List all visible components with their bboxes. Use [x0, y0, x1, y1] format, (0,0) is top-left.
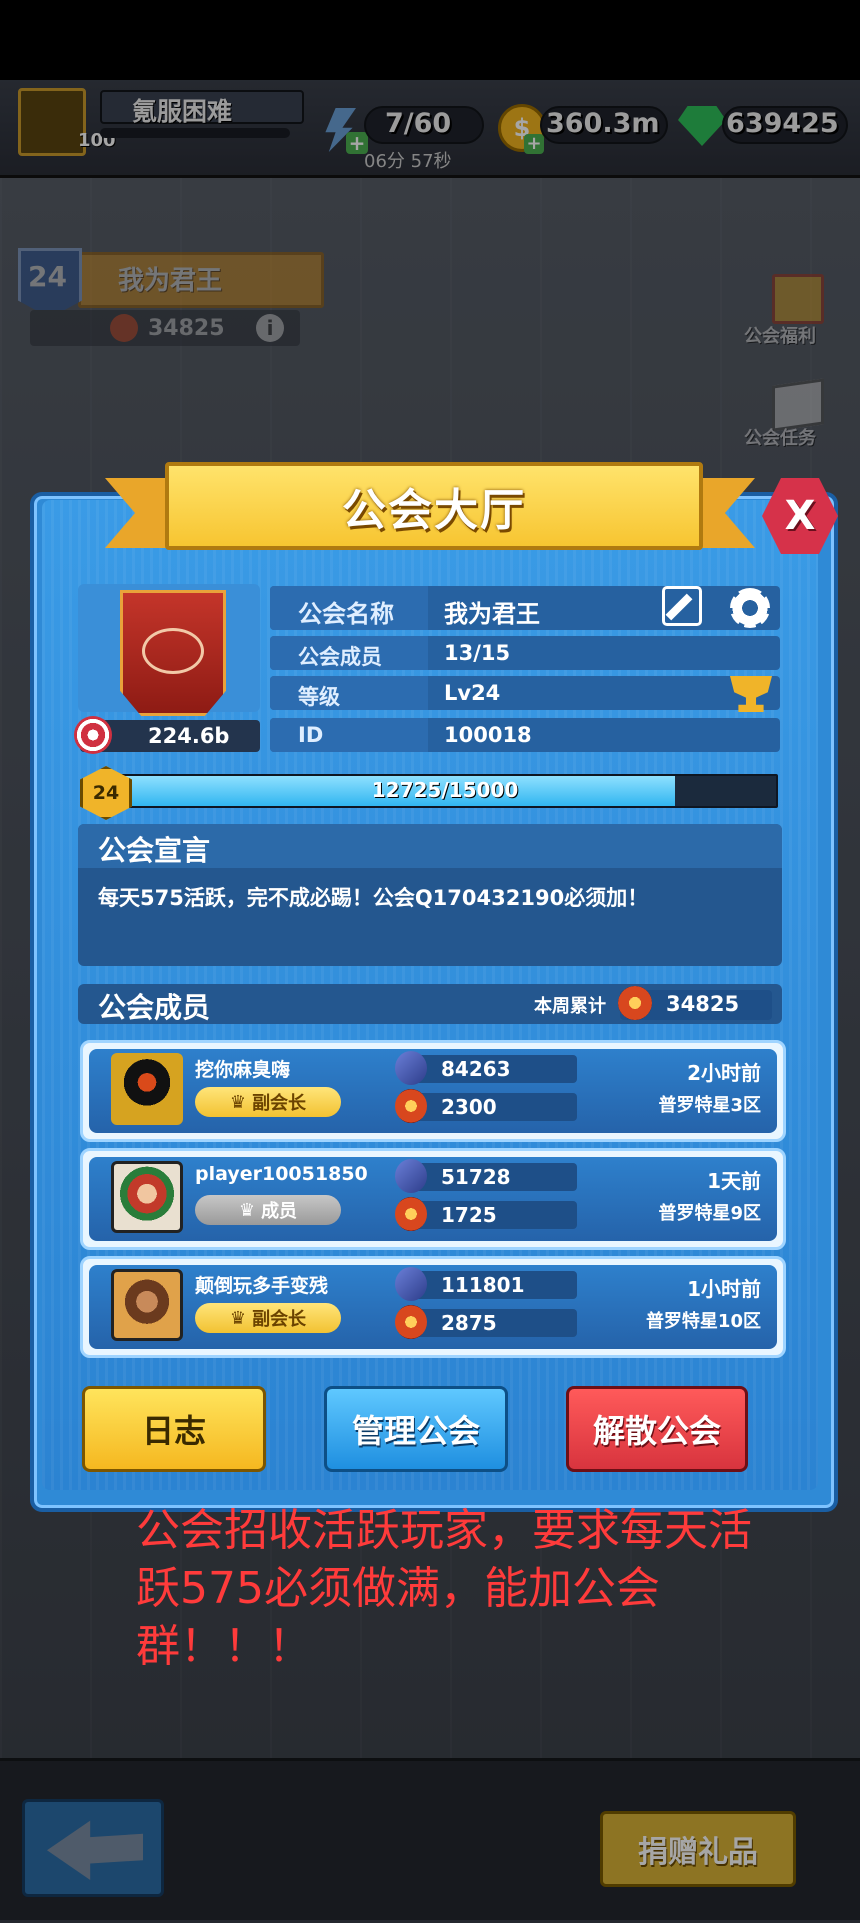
member-server: 普罗特星10区 [645, 1311, 761, 1332]
guild-members-label: 公会成员 [298, 645, 382, 669]
disband-guild-label: 解散公会 [592, 1412, 721, 1450]
guild-id-value: 100018 [444, 723, 532, 747]
member-card[interactable]: 颠倒玩多手变残 ♛ 副会长 111801 2875 1小时前 普罗特星10区 [80, 1256, 786, 1358]
member-power: 111801 [441, 1273, 525, 1297]
points-flame-icon [618, 986, 652, 1020]
member-last-online: 2小时前 [687, 1061, 761, 1085]
points-flame-icon [395, 1197, 427, 1231]
modal-title: 公会大厅 [342, 485, 526, 536]
members-title: 公会成员 [98, 991, 211, 1024]
guild-name-value: 我为君王 [444, 600, 540, 628]
points-flame-icon [395, 1089, 427, 1123]
sword-power-icon [395, 1051, 427, 1085]
guild-name-label: 公会名称 [298, 600, 394, 628]
title-banner: 公会大厅 [165, 462, 703, 550]
recruit-annotation-text: 公会招收活跃玩家，要求每天活跃575必须做满，能加公会群！！！ [136, 1505, 752, 1672]
sword-power-icon [395, 1159, 427, 1193]
member-avatar[interactable] [111, 1269, 183, 1341]
member-role: 副会长 [252, 1309, 307, 1330]
member-name: 颠倒玩多手变残 [195, 1275, 329, 1297]
log-button-label: 日志 [141, 1412, 206, 1450]
member-points: 1725 [441, 1203, 497, 1227]
member-last-online: 1小时前 [687, 1277, 761, 1301]
member-role-badge: ♛ 成员 [195, 1195, 341, 1225]
member-role: 副会长 [252, 1093, 307, 1114]
member-power: 84263 [441, 1057, 511, 1081]
close-icon: X [784, 493, 816, 539]
member-avatar[interactable] [111, 1161, 183, 1233]
member-server: 普罗特星9区 [658, 1203, 761, 1224]
guild-level-value: Lv24 [444, 681, 501, 705]
sword-power-icon [395, 1267, 427, 1301]
guild-id-label: ID [298, 723, 324, 747]
log-button[interactable]: 日志 [82, 1386, 266, 1472]
guild-members-value: 13/15 [444, 641, 511, 665]
crown-icon: ♛ [229, 1091, 247, 1113]
crown-icon: ♛ [238, 1199, 256, 1221]
exp-bar: 12725/15000 [112, 774, 778, 808]
guild-power: 224.6b [148, 724, 230, 748]
status-bar [0, 0, 860, 80]
gear-icon[interactable] [730, 588, 770, 628]
weekly-value: 34825 [666, 992, 740, 1016]
weekly-label: 本周累计 [534, 996, 606, 1017]
member-card[interactable]: 挖你麻臭嗨 ♛ 副会长 84263 2300 2小时前 普罗特星3区 [80, 1040, 786, 1142]
member-avatar[interactable] [111, 1053, 183, 1125]
manage-guild-button[interactable]: 管理公会 [324, 1386, 508, 1472]
exp-text: 12725/15000 [371, 778, 519, 802]
member-name: 挖你麻臭嗨 [195, 1059, 291, 1081]
disband-guild-button[interactable]: 解散公会 [566, 1386, 748, 1472]
member-card[interactable]: player10051850 ♛ 成员 51728 1725 1天前 普罗特星9区 [80, 1148, 786, 1250]
member-role-badge: ♛ 副会长 [195, 1087, 341, 1117]
member-server: 普罗特星3区 [658, 1095, 761, 1116]
power-target-icon [74, 716, 112, 754]
member-power: 51728 [441, 1165, 511, 1189]
member-name: player10051850 [195, 1163, 368, 1185]
crown-emblem-icon [142, 628, 204, 674]
guild-level-label: 等级 [298, 685, 340, 709]
edit-icon[interactable] [662, 586, 702, 626]
declaration-text: 每天575活跃，完不成必踢！公会Q170432190必须加！ [98, 886, 649, 910]
member-role-badge: ♛ 副会长 [195, 1303, 341, 1333]
points-flame-icon [395, 1305, 427, 1339]
member-points: 2300 [441, 1095, 497, 1119]
exp-level: 24 [92, 782, 120, 804]
declaration-title: 公会宣言 [98, 834, 211, 867]
member-points: 2875 [441, 1311, 497, 1335]
crown-icon: ♛ [229, 1307, 247, 1329]
manage-guild-label: 管理公会 [351, 1412, 480, 1450]
member-last-online: 1天前 [707, 1169, 761, 1193]
member-role: 成员 [261, 1201, 298, 1222]
